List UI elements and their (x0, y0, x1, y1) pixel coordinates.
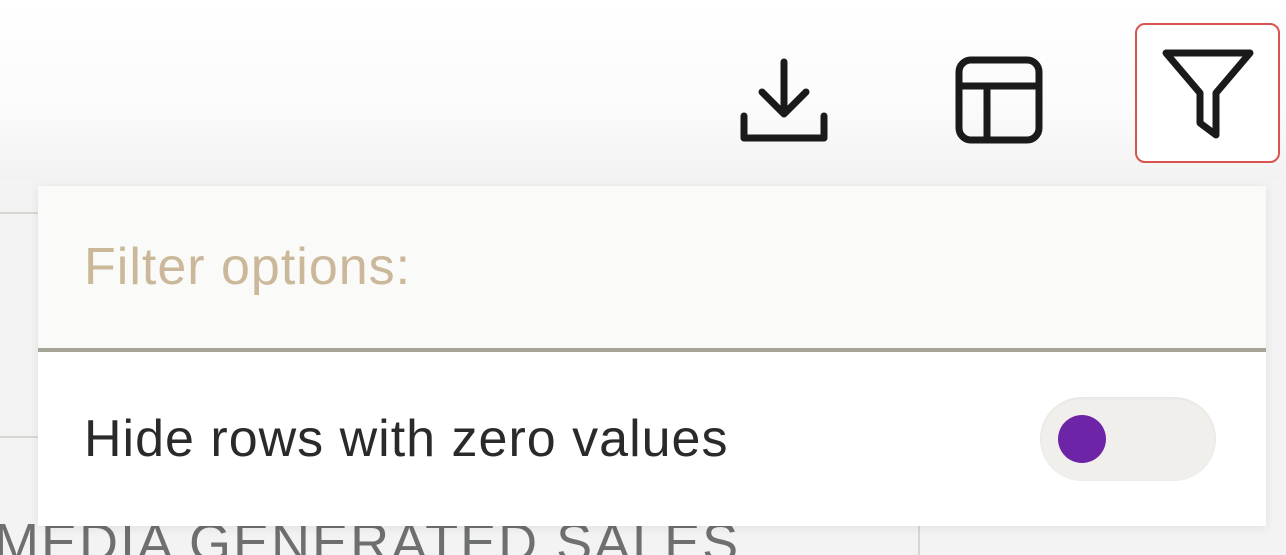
toolbar (0, 0, 1286, 180)
dropdown-header: Filter options: (38, 186, 1266, 352)
filter-options-dropdown: Filter options: Hide rows with zero valu… (38, 186, 1266, 526)
table-layout-button[interactable] (937, 44, 1061, 156)
filter-option-hide-zero-rows[interactable]: Hide rows with zero values (38, 352, 1266, 526)
download-button[interactable] (722, 44, 846, 156)
filter-icon (1162, 49, 1253, 139)
filter-button[interactable] (1135, 23, 1280, 163)
hide-zero-rows-toggle[interactable] (1040, 397, 1216, 481)
table-layout-icon (955, 56, 1043, 144)
option-label: Hide rows with zero values (84, 410, 729, 468)
dropdown-title: Filter options: (84, 238, 412, 296)
page: MEDIA GENERATED SALES Filter options: Hi… (0, 0, 1286, 555)
download-icon (740, 58, 828, 142)
table-border-line (0, 436, 40, 438)
table-border-line (0, 212, 40, 214)
toggle-knob (1058, 415, 1106, 463)
